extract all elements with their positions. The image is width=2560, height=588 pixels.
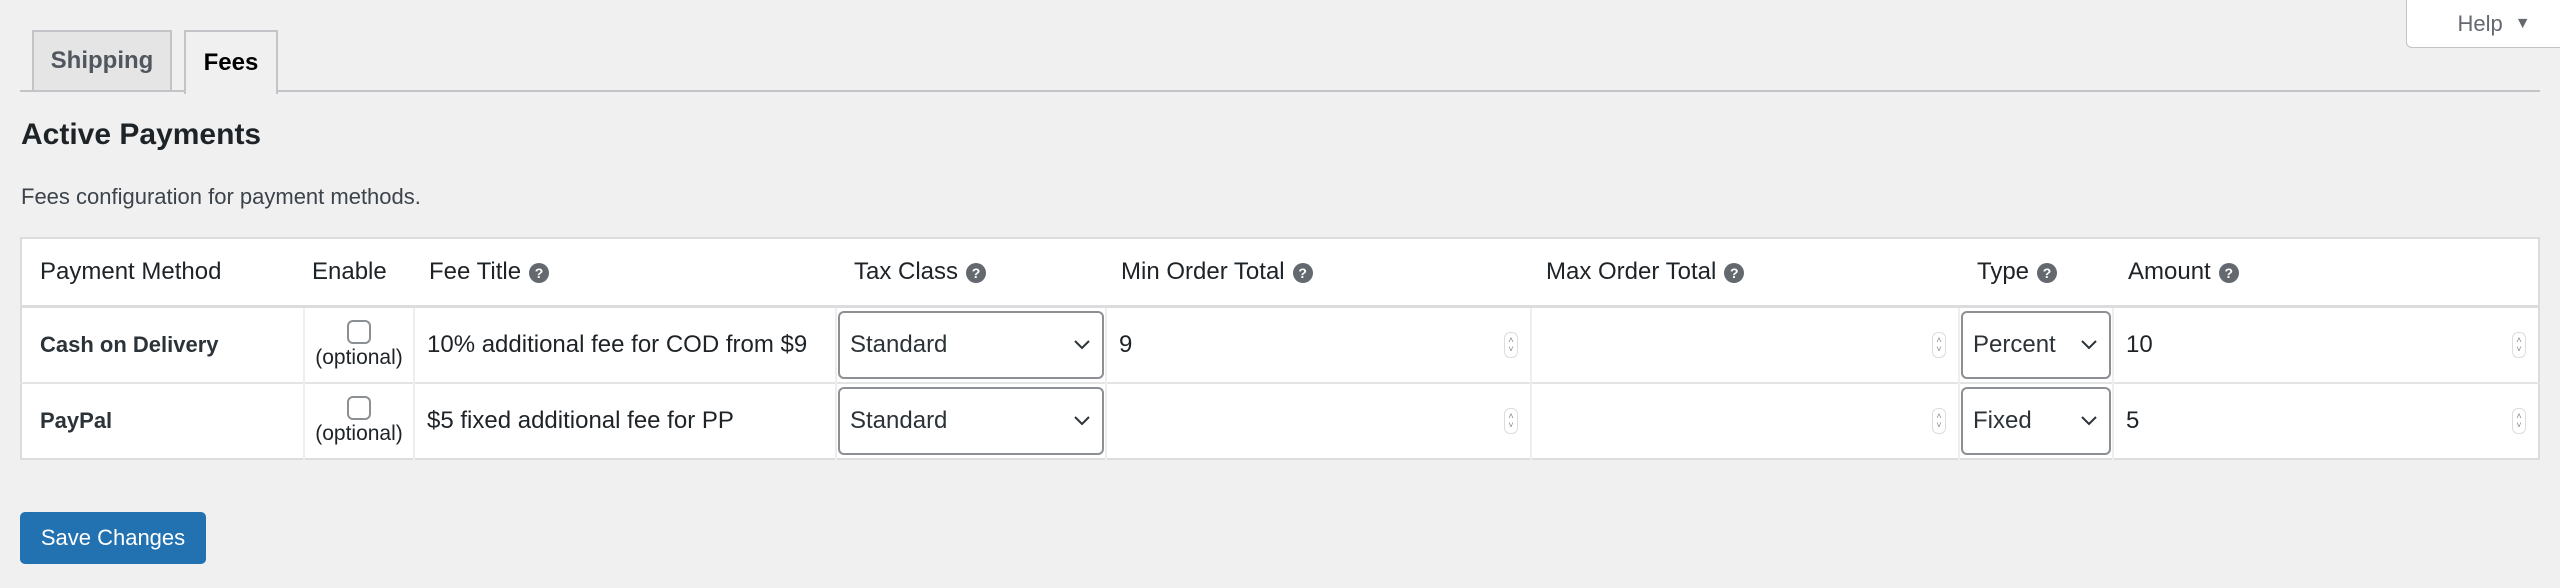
section-description: Fees configuration for payment methods. — [21, 184, 421, 209]
type-cell: Fixed — [1958, 382, 2113, 459]
max-order-total-input[interactable]: ˄ ˅ — [1530, 305, 1959, 383]
tax-class-select[interactable]: Standard — [838, 387, 1104, 455]
amount-input[interactable]: 10 ˄ ˅ — [2112, 305, 2539, 383]
tab-label: Shipping — [50, 47, 154, 74]
header-fee-title: Fee Title? — [414, 238, 836, 308]
number-spinner-icon[interactable]: ˄ ˅ — [1504, 408, 1518, 434]
tab-fees[interactable]: Fees — [184, 30, 278, 94]
optional-label: (optional) — [315, 346, 403, 369]
number-spinner-icon[interactable]: ˄ ˅ — [1932, 332, 1946, 358]
enable-cell: (optional) — [303, 382, 414, 459]
table-row: Cash on Delivery (optional) 10% addition… — [21, 305, 2539, 383]
enable-cell: (optional) — [303, 305, 414, 383]
enable-checkbox[interactable] — [347, 320, 371, 344]
tab-label: Fees — [203, 49, 259, 76]
type-select[interactable]: Percent — [1961, 311, 2111, 379]
save-changes-button[interactable]: Save Changes — [20, 512, 206, 564]
header-amount: Amount? — [2113, 238, 2539, 308]
number-spinner-icon[interactable]: ˄ ˅ — [2512, 408, 2526, 434]
tab-shipping[interactable]: Shipping — [32, 30, 172, 90]
number-spinner-icon[interactable]: ˄ ˅ — [2512, 332, 2526, 358]
enable-checkbox[interactable] — [347, 396, 371, 420]
optional-label: (optional) — [315, 422, 403, 445]
help-tip-icon[interactable]: ? — [1292, 262, 1313, 283]
header-min-order-total: Min Order Total? — [1106, 238, 1531, 308]
chevron-down-icon — [2081, 340, 2097, 350]
payment-method-name: Cash on Delivery — [21, 305, 304, 383]
amount-input[interactable]: 5 ˄ ˅ — [2112, 382, 2539, 459]
chevron-down-icon — [2081, 416, 2097, 426]
header-max-order-total: Max Order Total? — [1531, 238, 1959, 308]
section-title: Active Payments — [21, 118, 262, 151]
help-tip-icon[interactable]: ? — [2218, 262, 2239, 283]
min-order-total-input[interactable]: 9 ˄ ˅ — [1105, 305, 1531, 383]
table-header-row: Payment Method Enable Fee Title? Tax Cla… — [21, 238, 2539, 308]
tax-class-select[interactable]: Standard — [838, 311, 1104, 379]
table-row: PayPal (optional) $5 fixed additional fe… — [21, 382, 2539, 459]
number-spinner-icon[interactable]: ˄ ˅ — [1504, 332, 1518, 358]
fee-title-input[interactable]: 10% additional fee for COD from $9 — [413, 305, 836, 383]
fees-table: Payment Method Enable Fee Title? Tax Cla… — [20, 237, 2540, 460]
header-enable: Enable — [304, 238, 414, 308]
tax-class-cell: Standard — [835, 382, 1106, 459]
help-tip-icon[interactable]: ? — [529, 262, 550, 283]
header-type: Type? — [1959, 238, 2113, 308]
help-tip-icon[interactable]: ? — [966, 262, 987, 283]
type-cell: Percent — [1958, 305, 2113, 383]
payment-method-name: PayPal — [21, 382, 304, 459]
header-tax-class: Tax Class? — [836, 238, 1106, 308]
tab-bar: Shipping Fees — [20, 30, 2540, 94]
save-changes-label: Save Changes — [40, 525, 186, 550]
fee-title-input[interactable]: $5 fixed additional fee for PP — [413, 382, 836, 459]
header-payment-method: Payment Method — [21, 238, 304, 308]
help-tip-icon[interactable]: ? — [1724, 262, 1745, 283]
type-select[interactable]: Fixed — [1961, 387, 2111, 455]
tax-class-cell: Standard — [835, 305, 1106, 383]
chevron-down-icon — [1074, 416, 1090, 426]
min-order-total-input[interactable]: ˄ ˅ — [1105, 382, 1531, 459]
max-order-total-input[interactable]: ˄ ˅ — [1530, 382, 1959, 459]
help-tip-icon[interactable]: ? — [2037, 262, 2058, 283]
chevron-down-icon — [1074, 340, 1090, 350]
number-spinner-icon[interactable]: ˄ ˅ — [1932, 408, 1946, 434]
